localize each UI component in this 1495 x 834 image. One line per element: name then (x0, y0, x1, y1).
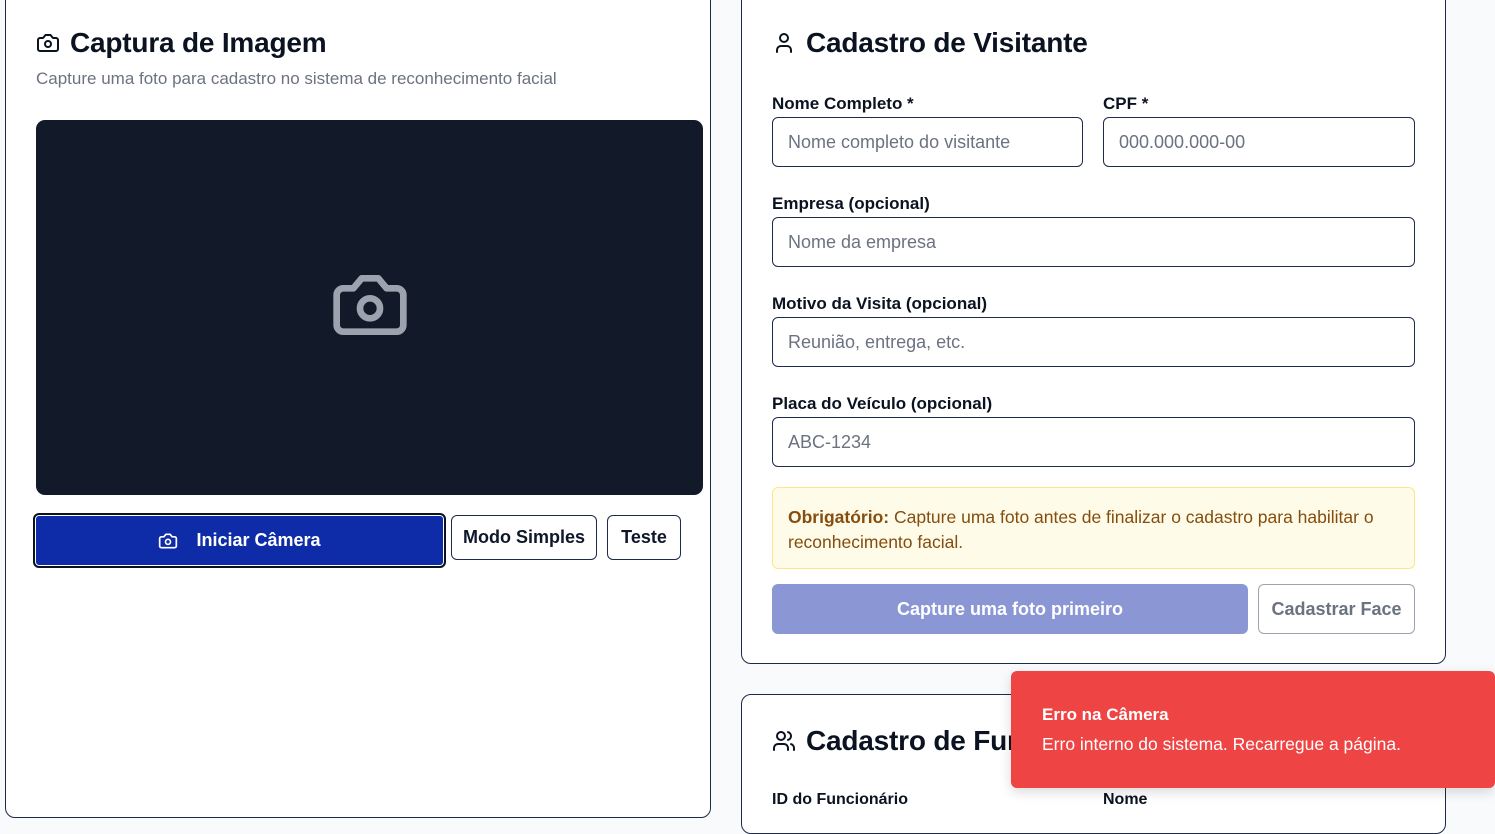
users-icon (772, 729, 796, 753)
simple-mode-button[interactable]: Modo Simples (451, 515, 597, 560)
camera-placeholder-icon (330, 265, 410, 350)
cpf-label: CPF * (1103, 94, 1149, 113)
vehicle-plate-label: Placa do Veículo (opcional) (772, 394, 993, 413)
submit-visitor-button[interactable]: Capture uma foto primeiro (772, 584, 1248, 634)
company-label: Empresa (opcional) (772, 194, 930, 213)
name-label: Nome Completo * (772, 94, 914, 113)
register-face-button[interactable]: Cadastrar Face (1258, 584, 1415, 634)
toast-description: Erro interno do sistema. Recarregue a pá… (1042, 734, 1401, 754)
visitor-registration-card: Cadastro de Visitante Nome Completo * CP… (741, 0, 1446, 664)
test-button[interactable]: Teste (607, 515, 681, 560)
name-input[interactable] (772, 117, 1083, 167)
visit-reason-label: Motivo da Visita (opcional) (772, 294, 988, 313)
photo-required-notice: Obrigatório: Capture uma foto antes de f… (772, 487, 1415, 569)
toast-title: Erro na Câmera (1042, 705, 1169, 724)
notice-strong: Obrigatório: (788, 507, 890, 527)
user-icon (772, 31, 796, 55)
vehicle-plate-input[interactable] (772, 417, 1415, 467)
image-capture-title-text: Captura de Imagem (70, 27, 327, 58)
cpf-input[interactable] (1103, 117, 1415, 167)
company-input[interactable] (772, 217, 1415, 267)
employee-name-label: Nome (1103, 791, 1148, 808)
camera-preview (36, 120, 703, 495)
image-capture-card: Captura de Imagem Capture uma foto para … (5, 0, 711, 818)
image-capture-title: Captura de Imagem (36, 27, 327, 59)
employee-id-label: ID do Funcionário (772, 791, 908, 808)
camera-icon (158, 531, 178, 551)
visitor-registration-title-text: Cadastro de Visitante (806, 27, 1088, 58)
visitor-registration-title: Cadastro de Visitante (772, 27, 1088, 59)
visit-reason-input[interactable] (772, 317, 1415, 367)
start-camera-button[interactable]: Iniciar Câmera (33, 513, 446, 568)
image-capture-subtitle: Capture uma foto para cadastro no sistem… (36, 69, 557, 88)
error-toast[interactable]: Erro na Câmera Erro interno do sistema. … (1011, 671, 1495, 788)
camera-icon (36, 31, 60, 55)
start-camera-label: Iniciar Câmera (196, 530, 321, 550)
